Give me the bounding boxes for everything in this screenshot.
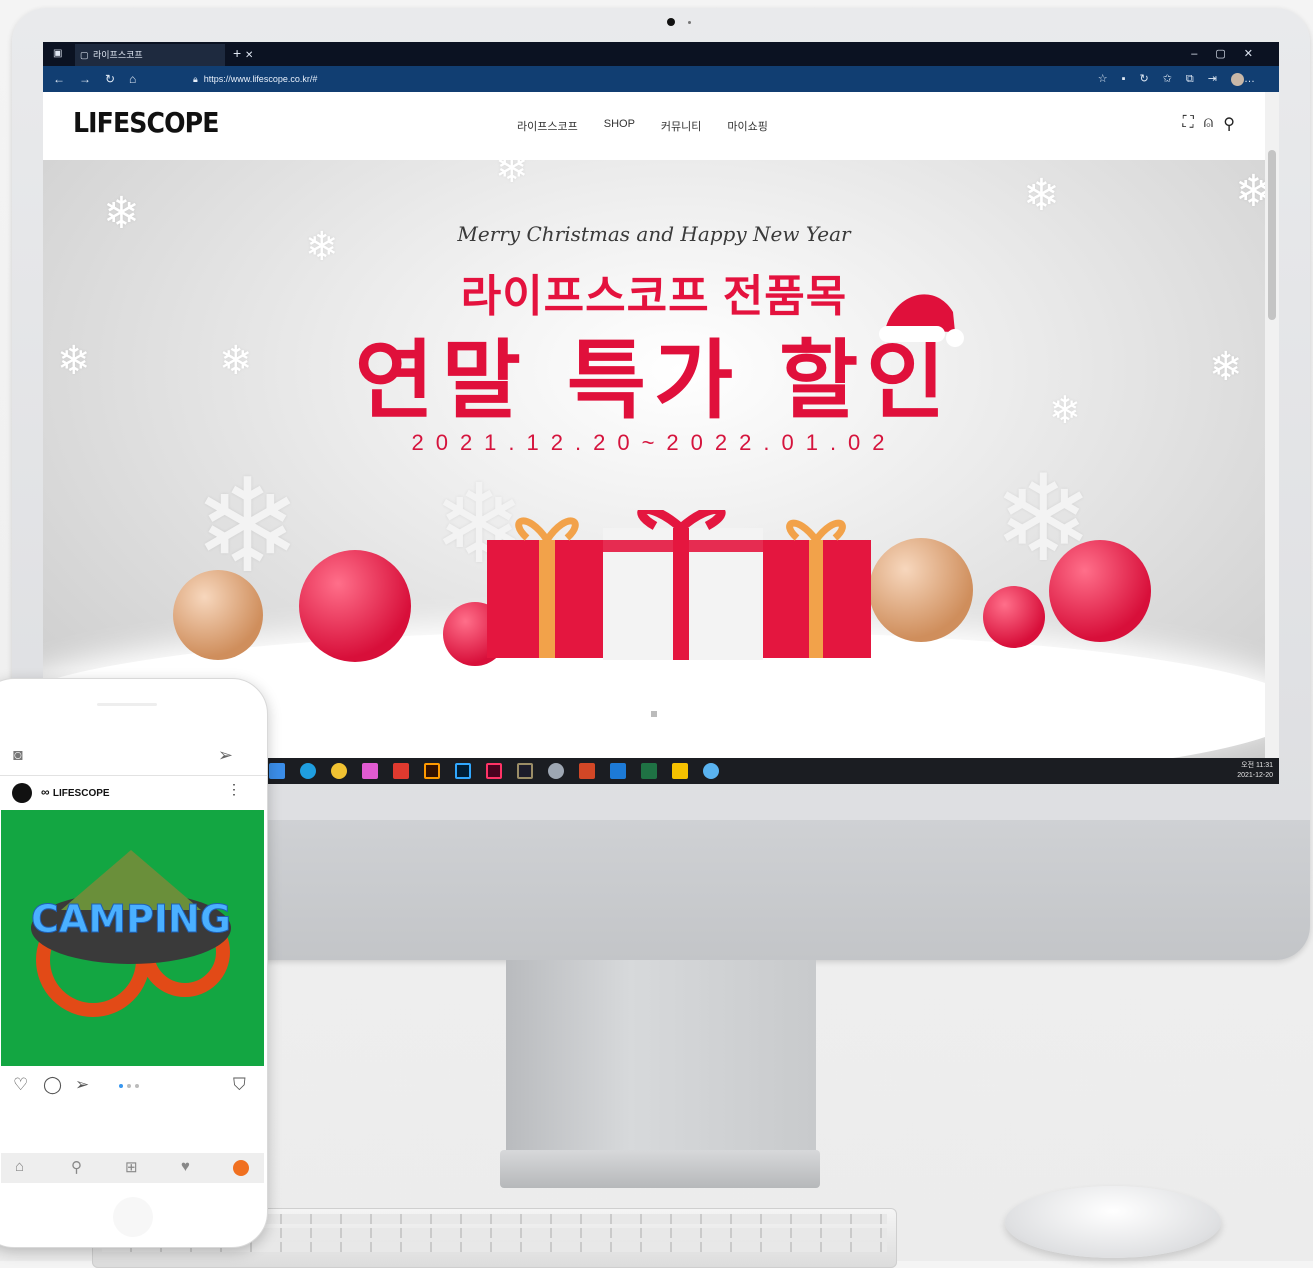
site-logo[interactable]: LIFESCOPE bbox=[73, 106, 219, 139]
cart-icon[interactable]: ⛶ bbox=[1182, 114, 1193, 134]
bookmark-icon[interactable]: ⛉ bbox=[233, 1075, 246, 1095]
indesign-icon[interactable] bbox=[486, 763, 502, 779]
acrobat-icon[interactable] bbox=[393, 763, 409, 779]
address-bar: ←→↻⌂ 🔒︎ https://www.lifescope.co.kr/# ☆▪↻… bbox=[43, 66, 1279, 92]
url-text: https://www.lifescope.co.kr/# bbox=[203, 74, 318, 84]
browser-tab[interactable]: ▢ 라이프스코프 ✕ bbox=[75, 44, 253, 66]
add-post-icon[interactable]: ⊞ bbox=[125, 1158, 138, 1176]
window-controls[interactable]: –▢✕ bbox=[1191, 42, 1271, 66]
photoshop-icon[interactable] bbox=[455, 763, 471, 779]
profile-avatar[interactable] bbox=[1231, 72, 1244, 86]
imac-sensor bbox=[688, 21, 691, 24]
post-actions: ♡ ◯ ➢ ⛉ bbox=[0, 1075, 267, 1099]
nav-item-myshopping[interactable]: 마이쇼핑 bbox=[727, 118, 767, 134]
camping-graphic: CAMPING bbox=[30, 850, 232, 1017]
search-icon[interactable]: ⚲ bbox=[71, 1158, 82, 1176]
account-name[interactable]: ∞ LIFESCOPE bbox=[41, 785, 110, 799]
snowflake-icon: ❄ bbox=[1023, 171, 1060, 220]
imac-stand-foot bbox=[500, 1150, 820, 1188]
ornament-icon bbox=[173, 570, 263, 660]
instagram-top-bar: ◙ ➢ bbox=[0, 737, 267, 776]
nav-item-community[interactable]: 커뮤니티 bbox=[661, 118, 701, 134]
home-icon[interactable]: ⌂ bbox=[15, 1158, 24, 1175]
window-menu-icon[interactable]: ▣ bbox=[53, 42, 62, 66]
site-header: LIFESCOPE 라이프스코프 SHOP 커뮤니티 마이쇼핑 ⛶ ⍝ ⚲ bbox=[43, 92, 1279, 160]
clock-date: 2021-12-20 bbox=[1237, 772, 1273, 779]
account-name-text: LIFESCOPE bbox=[52, 788, 110, 799]
post-image[interactable]: CAMPING bbox=[1, 810, 264, 1066]
nav-item-lifescope[interactable]: 라이프스코프 bbox=[517, 118, 578, 134]
nav-item-shop[interactable]: SHOP bbox=[604, 118, 635, 134]
ornament-icon bbox=[983, 586, 1045, 648]
home-button[interactable] bbox=[113, 1197, 153, 1237]
imac-camera bbox=[667, 18, 675, 26]
site-nav: 라이프스코프 SHOP 커뮤니티 마이쇼핑 bbox=[517, 118, 794, 134]
more-options-icon[interactable]: ⋮ bbox=[227, 781, 241, 798]
browser-tab-bar: ▣ ▢ 라이프스코프 ✕ + –▢✕ bbox=[43, 42, 1279, 66]
user-icon[interactable]: ⍝ bbox=[1204, 114, 1214, 134]
page-scrollbar[interactable] bbox=[1265, 92, 1279, 758]
tab-title: 라이프스코프 bbox=[93, 50, 143, 60]
settings-icon[interactable] bbox=[703, 763, 719, 779]
promo-dates: 2021.12.20~2022.01.02 bbox=[411, 430, 897, 455]
phone-speaker bbox=[97, 703, 157, 706]
magic-mouse bbox=[1005, 1186, 1221, 1258]
file-explorer-icon[interactable] bbox=[269, 763, 285, 779]
clock-time: 오전 11:31 bbox=[1241, 762, 1273, 769]
snowflake-icon: ❄ bbox=[1235, 167, 1265, 216]
nav-buttons[interactable]: ←→↻⌂ bbox=[53, 66, 150, 92]
header-icons: ⛶ ⍝ ⚲ bbox=[1182, 114, 1235, 134]
ornament-icon bbox=[1049, 540, 1151, 642]
post-header: ∞ LIFESCOPE ⋮ bbox=[0, 775, 267, 809]
scrollbar-thumb[interactable] bbox=[1268, 150, 1276, 320]
co-logo-icon: ∞ bbox=[41, 785, 53, 799]
taskbar-apps bbox=[269, 763, 719, 779]
smartphone: ◙ ➢ ∞ LIFESCOPE ⋮ CAMPING ♡ ◯ ➢ ⛉ ⌂ ⚲ ⊞ … bbox=[0, 678, 268, 1248]
direct-message-icon[interactable]: ➢ bbox=[218, 745, 233, 766]
carousel-dots bbox=[119, 1084, 139, 1088]
comment-icon[interactable]: ◯ bbox=[43, 1075, 62, 1095]
taskbar-clock[interactable]: 오전 11:31 2021-12-20 bbox=[1237, 761, 1273, 781]
powerpoint-icon[interactable] bbox=[579, 763, 595, 779]
like-icon[interactable]: ♡ bbox=[13, 1075, 28, 1095]
camera-icon[interactable]: ◙ bbox=[13, 747, 23, 765]
edge-icon[interactable] bbox=[300, 763, 316, 779]
tab-close-icon[interactable]: ✕ bbox=[245, 44, 253, 68]
illustrator-icon[interactable] bbox=[424, 763, 440, 779]
snowflake-icon: ❄ bbox=[495, 160, 529, 191]
search-icon[interactable]: ⚲ bbox=[1223, 114, 1235, 134]
ornament-icon bbox=[299, 550, 411, 662]
hero-tagline: Merry Christmas and Happy New Year bbox=[457, 222, 851, 246]
page-icon: ▢ bbox=[80, 50, 89, 60]
share-icon[interactable]: ➢ bbox=[75, 1075, 89, 1095]
extension-icons[interactable]: ☆▪↻✩⧉⇥… bbox=[1098, 66, 1269, 92]
hero-banner[interactable]: ❄ ❄ ❄ ❄ ❄ ❄ ❄ ❄ ❄ ❄ ❄ ❄ Merry Christmas … bbox=[43, 160, 1265, 758]
profile-icon[interactable] bbox=[233, 1160, 249, 1176]
activity-heart-icon[interactable]: ♥ bbox=[181, 1158, 190, 1175]
gift-boxes-icon bbox=[487, 510, 871, 660]
instagram-bottom-nav: ⌂ ⚲ ⊞ ♥ bbox=[1, 1153, 264, 1183]
imac-stand bbox=[506, 960, 816, 1150]
word-icon[interactable] bbox=[610, 763, 626, 779]
hero-title: 연말 특가 할인 bbox=[354, 331, 954, 431]
photos-icon[interactable] bbox=[362, 763, 378, 779]
account-avatar[interactable] bbox=[12, 783, 32, 803]
carousel-indicator[interactable] bbox=[651, 711, 657, 717]
chrome-icon[interactable] bbox=[331, 763, 347, 779]
imac-screen: ▣ ▢ 라이프스코프 ✕ + –▢✕ ←→↻⌂ 🔒︎ https://www.li… bbox=[43, 42, 1279, 784]
santa-hat-icon bbox=[879, 294, 964, 347]
url-field[interactable]: 🔒︎ https://www.lifescope.co.kr/# bbox=[193, 70, 1073, 88]
lock-icon: 🔒︎ bbox=[193, 74, 198, 84]
excel-icon[interactable] bbox=[641, 763, 657, 779]
bridge-icon[interactable] bbox=[517, 763, 533, 779]
app-icon[interactable] bbox=[548, 763, 564, 779]
new-tab-icon[interactable]: + bbox=[233, 42, 241, 64]
sticky-notes-icon[interactable] bbox=[672, 763, 688, 779]
post-image-text: CAMPING bbox=[31, 897, 231, 941]
